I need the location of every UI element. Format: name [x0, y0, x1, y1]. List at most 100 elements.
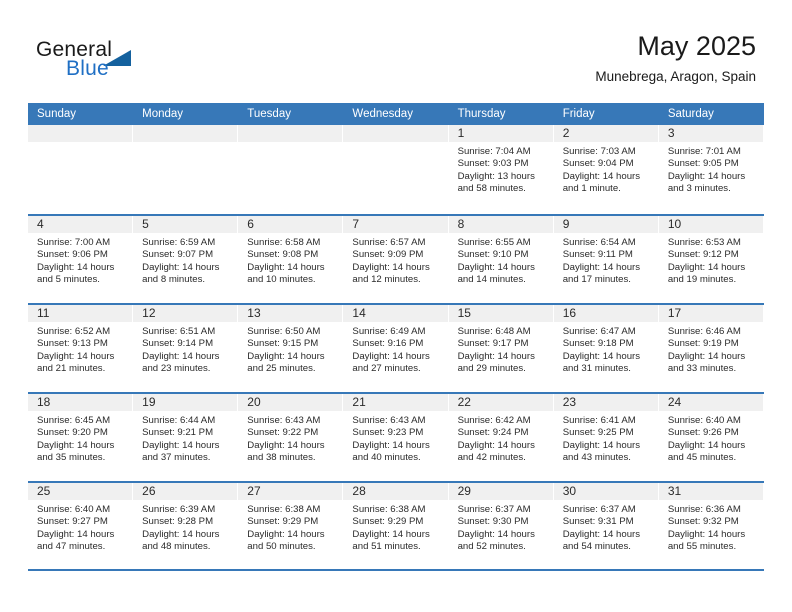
day-number: 7 — [343, 216, 448, 233]
day-detail-line: Daylight: 14 hours — [457, 439, 535, 451]
calendar-day-cell[interactable]: 27 Sunrise: 6:38 AM Sunset: 9:29 PM Dayligh… — [238, 483, 344, 569]
day-detail-line: Sunrise: 6:38 AM — [352, 504, 426, 515]
calendar-day-cell[interactable]: 12 Sunrise: 6:51 AM Sunset: 9:14 PM Dayligh… — [133, 305, 239, 392]
day-number — [133, 125, 238, 142]
day-detail-line: Daylight: 14 hours — [247, 261, 325, 273]
day-number: 22 — [448, 394, 553, 411]
day-detail-line: Sunrise: 6:48 AM — [457, 326, 531, 337]
weekday-header-tuesday: Tuesday — [247, 108, 291, 120]
day-detail-line: and 54 minutes. — [562, 541, 631, 553]
day-detail-line: Daylight: 14 hours — [37, 350, 115, 362]
day-number: 3 — [658, 125, 763, 142]
calendar-day-cell[interactable]: 31 Sunrise: 6:36 AM Sunset: 9:32 PM Dayligh… — [658, 483, 764, 569]
calendar-day-cell[interactable]: 9 Sunrise: 6:54 AM Sunset: 9:11 PM Daylight… — [553, 216, 659, 303]
day-detail-line: and 45 minutes. — [667, 452, 737, 464]
day-detail-line: and 37 minutes. — [142, 452, 211, 464]
calendar-day-cell[interactable]: 1 Sunrise: 7:04 AM Sunset: 9:03 PM Daylight… — [448, 125, 554, 214]
day-detail-line: Sunset: 9:17 PM — [457, 338, 529, 350]
day-details: Sunrise: 7:00 AM Sunset: 9:06 PM Daylight:… — [28, 233, 132, 287]
day-detail-line: Sunrise: 6:45 AM — [37, 415, 111, 426]
day-detail-line: Sunset: 9:30 PM — [457, 516, 529, 528]
day-detail-line: Daylight: 14 hours — [352, 261, 430, 273]
calendar-day-cell[interactable]: 7 Sunrise: 6:57 AM Sunset: 9:09 PM Daylight… — [343, 216, 449, 303]
day-number: 20 — [238, 394, 343, 411]
calendar-day-cell[interactable]: 14 Sunrise: 6:49 AM Sunset: 9:16 PM Dayligh… — [343, 305, 449, 392]
day-details — [238, 142, 342, 146]
day-detail-line: and 40 minutes. — [352, 452, 421, 464]
day-detail-line: Sunset: 9:26 PM — [667, 427, 739, 439]
day-number — [343, 125, 448, 142]
day-detail-line: Sunrise: 6:43 AM — [352, 415, 426, 426]
calendar-day-cell[interactable]: 10 Sunrise: 6:53 AM Sunset: 9:12 PM Dayligh… — [658, 216, 764, 303]
calendar-day-cell[interactable]: 4 Sunrise: 7:00 AM Sunset: 9:06 PM Daylight… — [28, 216, 134, 303]
calendar-day-cell[interactable]: 2 Sunrise: 7:03 AM Sunset: 9:04 PM Daylight… — [553, 125, 659, 214]
calendar-day-cell[interactable]: 13 Sunrise: 6:50 AM Sunset: 9:15 PM Dayligh… — [238, 305, 344, 392]
calendar-day-cell[interactable]: 3 Sunrise: 7:01 AM Sunset: 9:05 PM Daylight… — [658, 125, 764, 214]
calendar-day-cell[interactable]: 11 Sunrise: 6:52 AM Sunset: 9:13 PM Dayligh… — [28, 305, 134, 392]
calendar-grid: Sunday Monday Tuesday Wednesday Thursday… — [28, 103, 764, 571]
day-detail-line: Sunset: 9:04 PM — [562, 158, 634, 170]
day-detail-line: and 1 minute. — [562, 183, 621, 195]
day-detail-line: Sunset: 9:21 PM — [142, 427, 214, 439]
day-detail-line: Daylight: 14 hours — [247, 528, 325, 540]
day-detail-line: Sunset: 9:20 PM — [37, 427, 108, 439]
brand-logo[interactable]: General Blue — [36, 38, 246, 90]
calendar-day-cell[interactable]: 19 Sunrise: 6:44 AM Sunset: 9:21 PM Dayligh… — [133, 394, 239, 481]
calendar-day-cell[interactable]: 29 Sunrise: 6:37 AM Sunset: 9:30 PM Dayligh… — [448, 483, 554, 569]
calendar-day-cell[interactable]: 18 Sunrise: 6:45 AM Sunset: 9:20 PM Dayligh… — [28, 394, 134, 481]
calendar-day-cell[interactable]: 21 Sunrise: 6:43 AM Sunset: 9:23 PM Dayligh… — [343, 394, 449, 481]
calendar-day-cell[interactable]: 22 Sunrise: 6:42 AM Sunset: 9:24 PM Dayligh… — [448, 394, 554, 481]
day-detail-line: Daylight: 14 hours — [667, 528, 746, 540]
day-detail-line: Daylight: 14 hours — [142, 439, 220, 451]
calendar-day-cell[interactable]: 8 Sunrise: 6:55 AM Sunset: 9:10 PM Daylight… — [448, 216, 554, 303]
day-detail-line: Daylight: 14 hours — [457, 261, 535, 273]
calendar-day-cell-empty — [343, 125, 449, 214]
day-details: Sunrise: 7:03 AM Sunset: 9:04 PM Daylight:… — [554, 142, 658, 196]
day-detail-line: and 29 minutes. — [457, 363, 526, 375]
day-detail-line: Sunset: 9:14 PM — [142, 338, 214, 350]
calendar-day-cell[interactable]: 6 Sunrise: 6:58 AM Sunset: 9:08 PM Daylight… — [238, 216, 344, 303]
day-detail-line: Daylight: 14 hours — [352, 439, 430, 451]
day-detail-line: Daylight: 14 hours — [562, 350, 641, 362]
day-detail-line: and 10 minutes. — [247, 274, 316, 286]
calendar-day-cell[interactable]: 5 Sunrise: 6:59 AM Sunset: 9:07 PM Daylight… — [133, 216, 239, 303]
day-details: Sunrise: 7:04 AM Sunset: 9:03 PM Daylight:… — [449, 142, 553, 196]
calendar-week-row: 1 Sunrise: 7:04 AM Sunset: 9:03 PM Daylight… — [28, 125, 764, 214]
day-detail-line: and 5 minutes. — [37, 274, 100, 286]
day-detail-line: and 58 minutes. — [457, 183, 526, 195]
day-detail-line: and 19 minutes. — [667, 274, 737, 286]
calendar-day-cell[interactable]: 26 Sunrise: 6:39 AM Sunset: 9:28 PM Dayligh… — [133, 483, 239, 569]
day-detail-line: Sunrise: 6:47 AM — [562, 326, 636, 337]
weekday-header-monday: Monday — [142, 108, 184, 120]
calendar-day-cell[interactable]: 23 Sunrise: 6:41 AM Sunset: 9:25 PM Dayligh… — [553, 394, 659, 481]
day-detail-line: Daylight: 14 hours — [667, 261, 746, 273]
day-details: Sunrise: 6:36 AM Sunset: 9:32 PM Daylight:… — [659, 500, 763, 554]
calendar-week-row: 25 Sunrise: 6:40 AM Sunset: 9:27 PM Dayligh… — [28, 481, 764, 571]
day-detail-line: and 3 minutes. — [667, 183, 731, 195]
day-detail-line: Sunrise: 6:37 AM — [562, 504, 636, 515]
day-detail-line: Sunrise: 6:41 AM — [562, 415, 636, 426]
calendar-day-cell[interactable]: 15 Sunrise: 6:48 AM Sunset: 9:17 PM Dayligh… — [448, 305, 554, 392]
day-detail-line: and 38 minutes. — [247, 452, 316, 464]
calendar-day-cell[interactable]: 24 Sunrise: 6:40 AM Sunset: 9:26 PM Dayligh… — [658, 394, 764, 481]
calendar-day-cell[interactable]: 28 Sunrise: 6:38 AM Sunset: 9:29 PM Dayligh… — [343, 483, 449, 569]
day-detail-line: and 52 minutes. — [457, 541, 526, 553]
day-detail-line: Sunrise: 6:53 AM — [667, 237, 741, 248]
day-number: 27 — [238, 483, 343, 500]
day-detail-line: Daylight: 14 hours — [562, 528, 641, 540]
day-detail-line: Daylight: 14 hours — [562, 170, 641, 182]
weekday-header-row: Sunday Monday Tuesday Wednesday Thursday… — [28, 103, 764, 125]
day-number: 11 — [28, 305, 133, 322]
day-number: 6 — [238, 216, 343, 233]
calendar-day-cell[interactable]: 30 Sunrise: 6:37 AM Sunset: 9:31 PM Dayligh… — [553, 483, 659, 569]
calendar-day-cell[interactable]: 25 Sunrise: 6:40 AM Sunset: 9:27 PM Dayligh… — [28, 483, 134, 569]
day-details: Sunrise: 6:45 AM Sunset: 9:20 PM Daylight:… — [28, 411, 132, 465]
calendar-day-cell[interactable]: 20 Sunrise: 6:43 AM Sunset: 9:22 PM Dayligh… — [238, 394, 344, 481]
weekday-header-sunday: Sunday — [37, 108, 77, 120]
day-detail-line: Sunrise: 6:37 AM — [457, 504, 531, 515]
calendar-day-cell[interactable]: 17 Sunrise: 6:46 AM Sunset: 9:19 PM Dayligh… — [658, 305, 764, 392]
day-details — [133, 142, 237, 146]
day-number: 1 — [448, 125, 553, 142]
day-details: Sunrise: 6:52 AM Sunset: 9:13 PM Daylight:… — [28, 322, 132, 376]
calendar-day-cell[interactable]: 16 Sunrise: 6:47 AM Sunset: 9:18 PM Dayligh… — [553, 305, 659, 392]
